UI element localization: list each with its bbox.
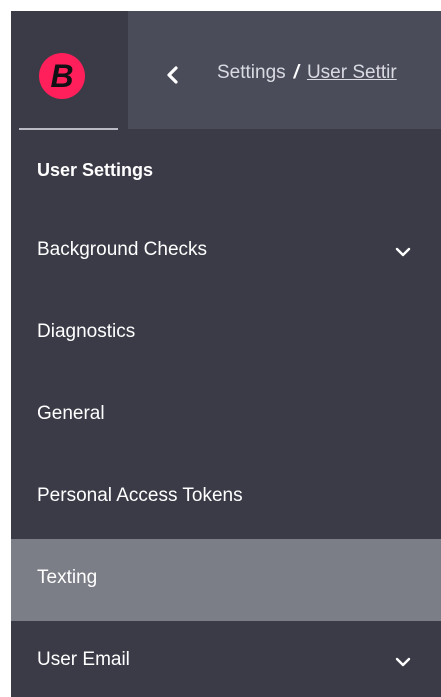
breadcrumb-root[interactable]: Settings — [217, 62, 286, 83]
sidebar-item-label: General — [37, 403, 105, 424]
sidebar-item-personal-access-tokens[interactable]: Personal Access Tokens — [11, 457, 441, 539]
sidebar-item-label: Background Checks — [37, 239, 208, 260]
logo-active-underline — [19, 128, 118, 130]
breadcrumb-current[interactable]: User Settir — [307, 62, 397, 83]
sidebar-item-label: Diagnostics — [37, 321, 136, 342]
breadcrumb: Settings / User Settir — [217, 62, 397, 84]
sidebar-item-general[interactable]: General — [11, 375, 441, 457]
sidebar-item-texting[interactable]: Texting — [11, 539, 441, 621]
chevron-down-icon[interactable] — [395, 244, 411, 260]
logo-cell[interactable]: B — [11, 11, 128, 130]
brand-logo[interactable]: B — [39, 53, 85, 99]
back-button[interactable] — [158, 60, 188, 90]
app-frame: B Settings / User Settir User Settings Bac… — [11, 11, 441, 697]
chevron-down-icon[interactable] — [395, 654, 411, 670]
sidebar-item-label: User Email — [37, 649, 130, 670]
sidebar-item-label: Texting — [37, 567, 98, 588]
top-bar: B Settings / User Settir — [11, 11, 441, 130]
sidebar-item-diagnostics[interactable]: Diagnostics — [11, 293, 441, 375]
sidebar-item-user-email[interactable]: User Email — [11, 621, 441, 697]
sidebar-item-background-checks[interactable]: Background Checks — [11, 211, 441, 293]
chevron-left-icon — [167, 66, 178, 84]
breadcrumb-separator: / — [293, 62, 299, 83]
sidebar-item-label: Personal Access Tokens — [37, 485, 243, 506]
sidebar-section-title: User Settings — [37, 160, 154, 180]
